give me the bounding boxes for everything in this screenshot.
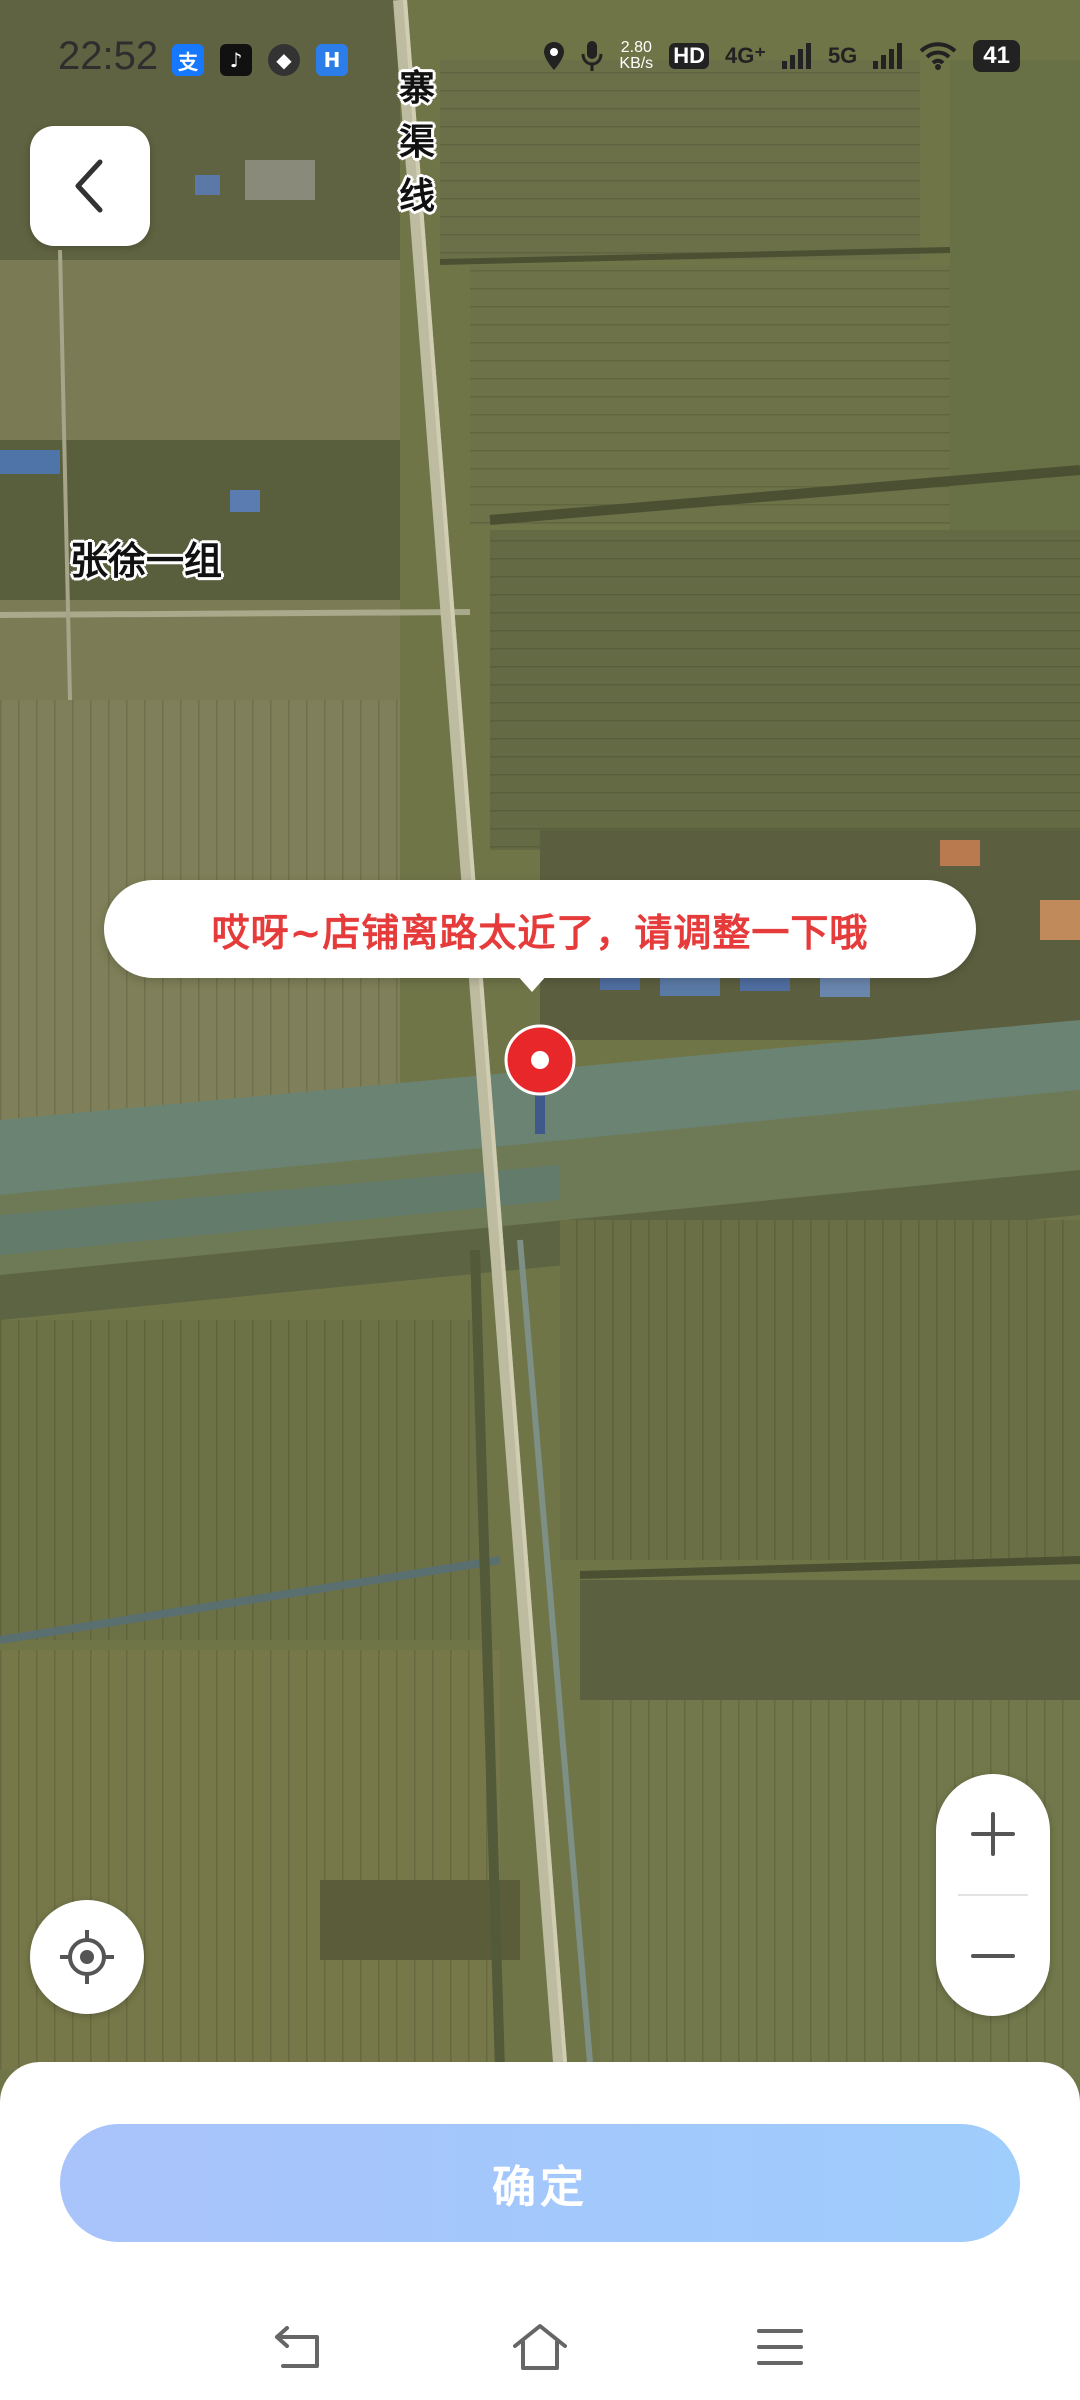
tooltip-tail [516,974,548,992]
bottom-panel: 确定 [0,2062,1080,2400]
plus-icon [971,1812,1015,1856]
location-pin-icon[interactable] [504,1024,576,1136]
browser-app-icon: H [316,44,348,76]
hd-badge: HD [669,43,709,69]
map-location-screen: 寨渠线 张徐一组 22:52 支 ♪ ◆ H 2.80 KB/s HD 4G⁺ … [0,0,1080,2400]
wifi-icon [919,42,957,70]
navigation-app-icon: ◆ [268,44,300,76]
network-speed-unit: KB/s [619,55,654,72]
tiktok-icon: ♪ [220,44,252,76]
village-label: 张徐一组 [70,539,223,583]
back-button[interactable] [30,126,150,246]
signal-bars-icon [781,43,811,69]
network-speed: 2.80 KB/s [619,40,653,72]
nav-back-button[interactable] [265,2312,335,2382]
location-icon [544,42,565,70]
nav-home-button[interactable] [505,2312,575,2382]
zoom-in-button[interactable] [936,1774,1050,1894]
microphone-icon [581,41,603,71]
zoom-out-button[interactable] [936,1896,1050,2016]
home-icon [513,2324,567,2370]
confirm-button[interactable]: 确定 [60,2124,1020,2242]
nav-menu-button[interactable] [745,2312,815,2382]
signal-bars-icon [873,43,903,69]
sim1-signal: 4G⁺ [724,43,766,68]
crosshair-icon [60,1930,114,1984]
menu-icon [757,2329,803,2365]
satellite-map[interactable]: 寨渠线 张徐一组 [0,0,1080,2400]
return-arrow-icon [275,2326,319,2368]
status-time: 22:52 [58,34,159,78]
network-speed-value: 2.80 [620,39,652,56]
sim2-signal: 5G [827,43,858,68]
status-bar: 22:52 支 ♪ ◆ H 2.80 KB/s HD 4G⁺ 5G 41 [0,0,1080,120]
chevron-left-icon [75,159,103,213]
battery-level: 41 [973,40,1020,72]
locate-me-button[interactable] [30,1900,144,2014]
minus-icon [971,1954,1015,1958]
status-indicators: 2.80 KB/s HD 4G⁺ 5G 41 [543,40,1020,72]
notification-icons: 支 ♪ ◆ H [172,44,348,76]
zoom-control [936,1774,1050,2016]
system-nav-bar [0,2312,1080,2382]
alipay-icon: 支 [172,44,204,76]
warning-tooltip: 哎呀~店铺离路太近了，请调整一下哦 [104,880,976,978]
